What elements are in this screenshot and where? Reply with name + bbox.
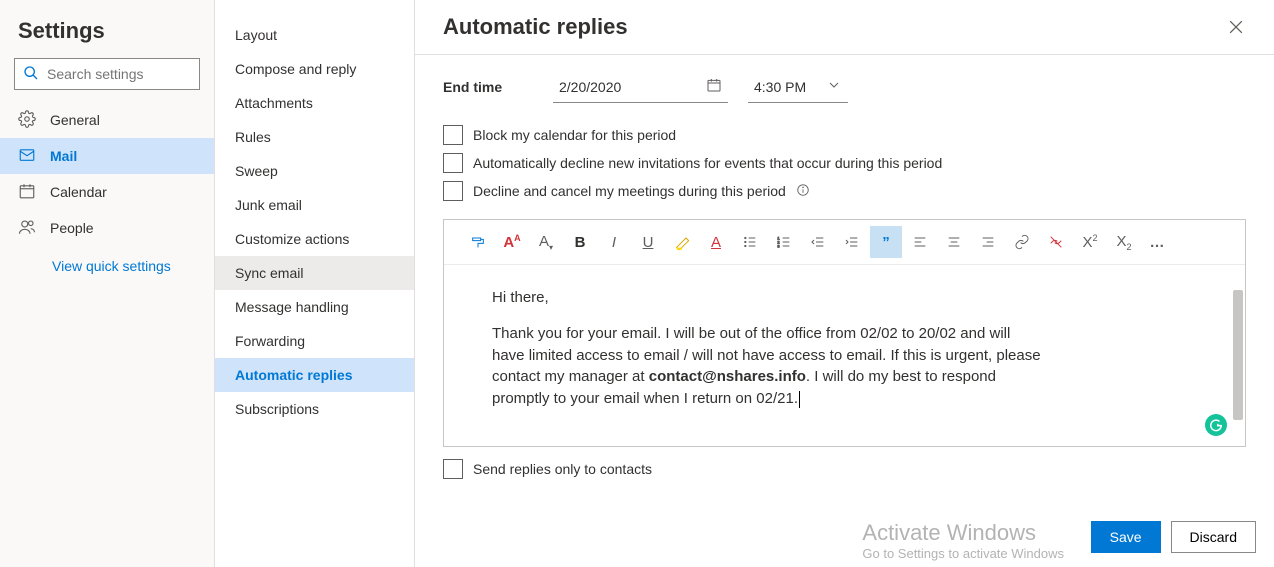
highlight-icon[interactable] <box>666 226 698 258</box>
checkbox-label: Send replies only to contacts <box>473 461 652 477</box>
view-quick-settings-link[interactable]: View quick settings <box>0 246 214 274</box>
subnav-rules[interactable]: Rules <box>215 120 414 154</box>
editor-container: AA A▾ B I U A 123 ” X <box>443 219 1246 447</box>
quote-icon[interactable]: ” <box>870 226 902 258</box>
editor-toolbar: AA A▾ B I U A 123 ” X <box>444 220 1245 265</box>
search-input[interactable] <box>47 66 191 82</box>
close-icon[interactable] <box>1226 17 1246 37</box>
align-right-icon[interactable] <box>972 226 1004 258</box>
checkbox-decline-new[interactable] <box>443 153 463 173</box>
calendar-icon <box>18 182 36 203</box>
info-icon[interactable] <box>796 183 810 200</box>
underline-icon[interactable]: U <box>632 226 664 258</box>
bold-icon[interactable]: B <box>564 226 596 258</box>
more-options-icon[interactable]: … <box>1142 226 1174 258</box>
nav-label: Calendar <box>50 184 107 200</box>
subnav-subscriptions[interactable]: Subscriptions <box>215 392 414 426</box>
subscript-icon[interactable]: X2 <box>1108 226 1140 258</box>
scrollbar-thumb[interactable] <box>1233 290 1243 420</box>
discard-button[interactable]: Discard <box>1171 521 1256 553</box>
end-date-value: 2/20/2020 <box>559 79 621 95</box>
nav-general[interactable]: General <box>0 102 214 138</box>
checkbox-block-calendar[interactable] <box>443 125 463 145</box>
search-settings-box[interactable] <box>14 58 200 90</box>
subnav-junk[interactable]: Junk email <box>215 188 414 222</box>
subnav-attachments[interactable]: Attachments <box>215 86 414 120</box>
grammarly-icon[interactable] <box>1205 414 1227 436</box>
checkbox-send-only-contacts[interactable] <box>443 459 463 479</box>
align-center-icon[interactable] <box>938 226 970 258</box>
end-time-label: End time <box>443 79 523 95</box>
remove-link-icon[interactable] <box>1040 226 1072 258</box>
checkbox-label: Automatically decline new invitations fo… <box>473 155 942 171</box>
subnav-customize[interactable]: Customize actions <box>215 222 414 256</box>
mail-icon <box>18 146 36 167</box>
outdent-icon[interactable] <box>802 226 834 258</box>
gear-icon <box>18 110 36 131</box>
align-left-icon[interactable] <box>904 226 936 258</box>
font-color-icon[interactable]: A <box>700 226 732 258</box>
subnav-automatic-replies[interactable]: Automatic replies <box>215 358 414 392</box>
subnav-compose[interactable]: Compose and reply <box>215 52 414 86</box>
editor-scrollbar[interactable] <box>1231 220 1245 446</box>
calendar-picker-icon[interactable] <box>706 77 722 96</box>
panel-title: Automatic replies <box>443 14 628 40</box>
end-date-field[interactable]: 2/20/2020 <box>553 71 728 103</box>
font-increase-icon[interactable]: AA <box>496 226 528 258</box>
subnav-sweep[interactable]: Sweep <box>215 154 414 188</box>
checkbox-cancel-meetings[interactable] <box>443 181 463 201</box>
nav-calendar[interactable]: Calendar <box>0 174 214 210</box>
bullet-list-icon[interactable] <box>734 226 766 258</box>
subnav-sync[interactable]: Sync email <box>215 256 414 290</box>
editor-textarea[interactable]: Hi there, Thank you for your email. I wi… <box>444 265 1245 446</box>
editor-line: Thank you for your email. I will be out … <box>492 323 1045 410</box>
chevron-down-icon[interactable] <box>826 77 842 96</box>
settings-heading: Settings <box>0 14 214 58</box>
search-icon <box>23 65 39 84</box>
subnav-layout[interactable]: Layout <box>215 18 414 52</box>
nav-people[interactable]: People <box>0 210 214 246</box>
svg-text:3: 3 <box>777 243 780 248</box>
save-button[interactable]: Save <box>1091 521 1161 553</box>
nav-mail[interactable]: Mail <box>0 138 214 174</box>
checkbox-label: Block my calendar for this period <box>473 127 676 143</box>
italic-icon[interactable]: I <box>598 226 630 258</box>
superscript-icon[interactable]: X2 <box>1074 226 1106 258</box>
nav-label: Mail <box>50 148 77 164</box>
number-list-icon[interactable]: 123 <box>768 226 800 258</box>
end-time-value: 4:30 PM <box>754 79 806 95</box>
checkbox-label: Decline and cancel my meetings during th… <box>473 183 786 199</box>
indent-icon[interactable] <box>836 226 868 258</box>
people-icon <box>18 218 36 239</box>
nav-label: General <box>50 112 100 128</box>
subnav-handling[interactable]: Message handling <box>215 290 414 324</box>
insert-link-icon[interactable] <box>1006 226 1038 258</box>
format-painter-icon[interactable] <box>462 226 494 258</box>
subnav-forwarding[interactable]: Forwarding <box>215 324 414 358</box>
end-time-field[interactable]: 4:30 PM <box>748 71 848 103</box>
editor-line: Hi there, <box>492 287 1045 309</box>
nav-label: People <box>50 220 94 236</box>
font-decrease-icon[interactable]: A▾ <box>530 226 562 258</box>
